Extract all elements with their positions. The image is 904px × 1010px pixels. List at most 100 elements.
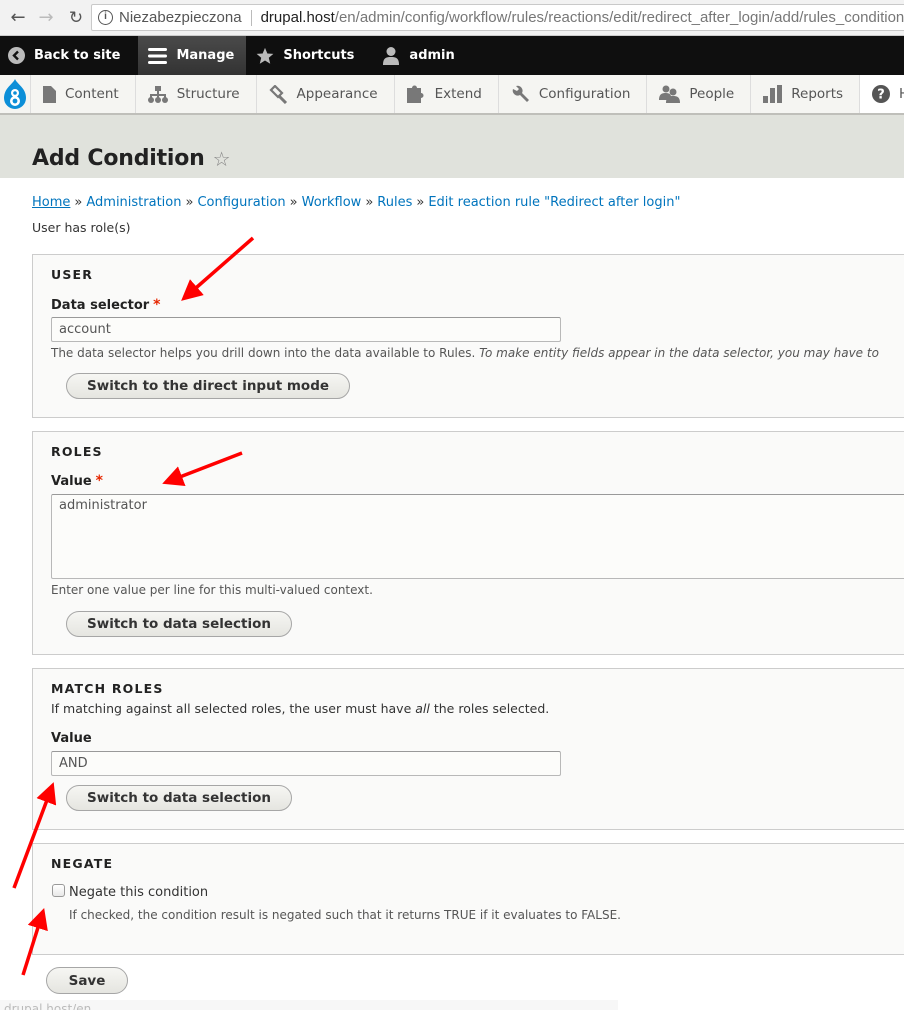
- menu-people-label: People: [689, 86, 735, 102]
- breadcrumb-workflow[interactable]: Workflow: [302, 195, 362, 210]
- match-roles-switch-data-selection-button[interactable]: Switch to data selection: [66, 785, 292, 811]
- info-icon[interactable]: i: [98, 10, 113, 25]
- breadcrumb-rules[interactable]: Rules: [377, 195, 412, 210]
- menu-configuration[interactable]: Configuration: [499, 75, 648, 113]
- shortcut-star-icon[interactable]: ☆: [213, 147, 231, 171]
- roles-switch-data-selection-button[interactable]: Switch to data selection: [66, 611, 292, 637]
- admin-menu-tray: Content Structure Appearance Extend Conf…: [0, 75, 904, 115]
- menu-structure[interactable]: Structure: [136, 75, 257, 113]
- breadcrumb: Home» Administration» Configuration» Workfl…: [32, 195, 904, 210]
- menu-content[interactable]: Content: [31, 75, 136, 113]
- match-roles-value-label: Value: [51, 731, 92, 746]
- menu-content-label: Content: [65, 86, 119, 102]
- menu-people[interactable]: People: [647, 75, 752, 113]
- back-to-site-label: Back to site: [34, 48, 121, 63]
- hamburger-icon: [148, 47, 168, 64]
- user-tab[interactable]: admin: [366, 36, 466, 75]
- negate-checkbox-label[interactable]: Negate this condition: [69, 885, 208, 900]
- url-separator: [250, 9, 252, 26]
- roles-value-textarea[interactable]: administrator: [51, 494, 904, 579]
- condition-name: User has role(s): [32, 220, 131, 235]
- user-label: admin: [409, 48, 455, 63]
- breadcrumb-separator: »: [416, 195, 425, 210]
- roles-legend: ROLES: [51, 444, 103, 459]
- breadcrumb-separator: »: [185, 195, 194, 210]
- back-arrow-icon[interactable]: ←: [6, 7, 30, 28]
- reload-icon[interactable]: ↻: [64, 8, 88, 28]
- negate-legend: NEGATE: [51, 856, 114, 871]
- svg-text:?: ?: [877, 88, 885, 103]
- menu-help[interactable]: ? Help: [860, 75, 904, 113]
- negate-fieldset: NEGATE Negate this condition If checked,…: [32, 843, 904, 955]
- menu-appearance[interactable]: Appearance: [257, 75, 395, 113]
- roles-description: Enter one value per line for this multi-…: [51, 583, 373, 597]
- file-icon: [43, 85, 56, 103]
- admin-toolbar: Back to site Manage Shortcuts admin: [0, 36, 904, 75]
- forward-arrow-icon[interactable]: →: [34, 7, 58, 28]
- page-title: Add Condition ☆: [32, 146, 904, 171]
- breadcrumb-home[interactable]: Home: [32, 195, 70, 210]
- roles-value-label: Value *: [51, 473, 103, 489]
- breadcrumb-edit-reaction-rule[interactable]: Edit reaction rule "Redirect after login…: [428, 195, 680, 210]
- required-mark: *: [95, 473, 103, 489]
- breadcrumb-separator: »: [365, 195, 374, 210]
- manage-label: Manage: [176, 48, 235, 63]
- shortcuts-label: Shortcuts: [283, 48, 355, 63]
- menu-reports[interactable]: Reports: [751, 75, 861, 113]
- shortcuts-tab[interactable]: Shortcuts: [246, 36, 366, 75]
- user-icon: [382, 46, 400, 65]
- match-roles-desc-italic: all: [415, 701, 430, 716]
- puzzle-icon: [406, 85, 426, 103]
- wrench-icon: [511, 85, 530, 104]
- manage-tab[interactable]: Manage: [138, 36, 247, 75]
- menu-appearance-label: Appearance: [296, 86, 378, 102]
- roles-value-label-text: Value: [51, 474, 92, 489]
- required-mark: *: [153, 297, 161, 313]
- match-roles-legend: MATCH ROLES: [51, 681, 164, 696]
- chevron-left-circle-icon: [8, 47, 25, 64]
- data-selector-description-italic: To make entity fields appear in the data…: [479, 346, 879, 360]
- url-host: drupal.host: [260, 9, 335, 26]
- page-header: Add Condition ☆: [0, 115, 904, 178]
- page-title-text: Add Condition: [32, 146, 205, 171]
- menu-reports-label: Reports: [791, 86, 844, 102]
- user-fieldset: USER Data selector* The data selector he…: [32, 254, 904, 418]
- match-roles-value-input[interactable]: [51, 751, 561, 776]
- match-roles-fieldset: MATCH ROLES If matching against all sele…: [32, 668, 904, 830]
- data-selector-label: Data selector *: [51, 297, 161, 313]
- back-to-site-link[interactable]: Back to site: [0, 36, 138, 75]
- people-icon: [659, 85, 681, 103]
- breadcrumb-separator: »: [289, 195, 298, 210]
- bar-chart-icon: [763, 85, 783, 103]
- menu-extend[interactable]: Extend: [395, 75, 499, 113]
- data-selector-input[interactable]: [51, 317, 561, 342]
- main-content: Home» Administration» Configuration» Workfl…: [0, 195, 904, 235]
- breadcrumb-separator: »: [74, 195, 83, 210]
- data-selector-description-text: The data selector helps you drill down i…: [51, 346, 476, 360]
- roles-fieldset: ROLES Value * administrator Enter one val…: [32, 431, 904, 655]
- match-roles-description: If matching against all selected roles, …: [51, 701, 549, 716]
- menu-help-label: Help: [899, 86, 904, 102]
- breadcrumb-administration[interactable]: Administration: [86, 195, 181, 210]
- match-roles-desc-before: If matching against all selected roles, …: [51, 701, 412, 716]
- switch-direct-input-button[interactable]: Switch to the direct input mode: [66, 373, 351, 399]
- negate-checkbox[interactable]: [52, 884, 65, 897]
- sitemap-icon: [147, 85, 168, 103]
- browser-status-bar: drupal.host/en: [0, 1000, 618, 1010]
- menu-extend-label: Extend: [434, 86, 482, 102]
- data-selector-label-text: Data selector: [51, 298, 150, 313]
- url-bar[interactable]: i Niezabezpieczona drupal.host/en/admin/…: [91, 4, 904, 31]
- save-button[interactable]: Save: [46, 967, 128, 994]
- question-icon: ?: [872, 85, 891, 103]
- drupal-logo-icon[interactable]: [0, 75, 31, 113]
- paintbrush-icon: [268, 84, 288, 104]
- menu-configuration-label: Configuration: [538, 86, 631, 102]
- match-roles-desc-after: the roles selected.: [433, 701, 550, 716]
- menu-structure-label: Structure: [176, 86, 240, 102]
- star-icon: [256, 47, 274, 65]
- negate-description: If checked, the condition result is nega…: [69, 908, 621, 922]
- url-path: /en/admin/config/workflow/rules/reaction…: [334, 9, 904, 26]
- browser-address-bar: ← → ↻ i Niezabezpieczona drupal.host/en/…: [0, 0, 904, 36]
- security-label: Niezabezpieczona: [119, 9, 242, 26]
- breadcrumb-configuration[interactable]: Configuration: [197, 195, 285, 210]
